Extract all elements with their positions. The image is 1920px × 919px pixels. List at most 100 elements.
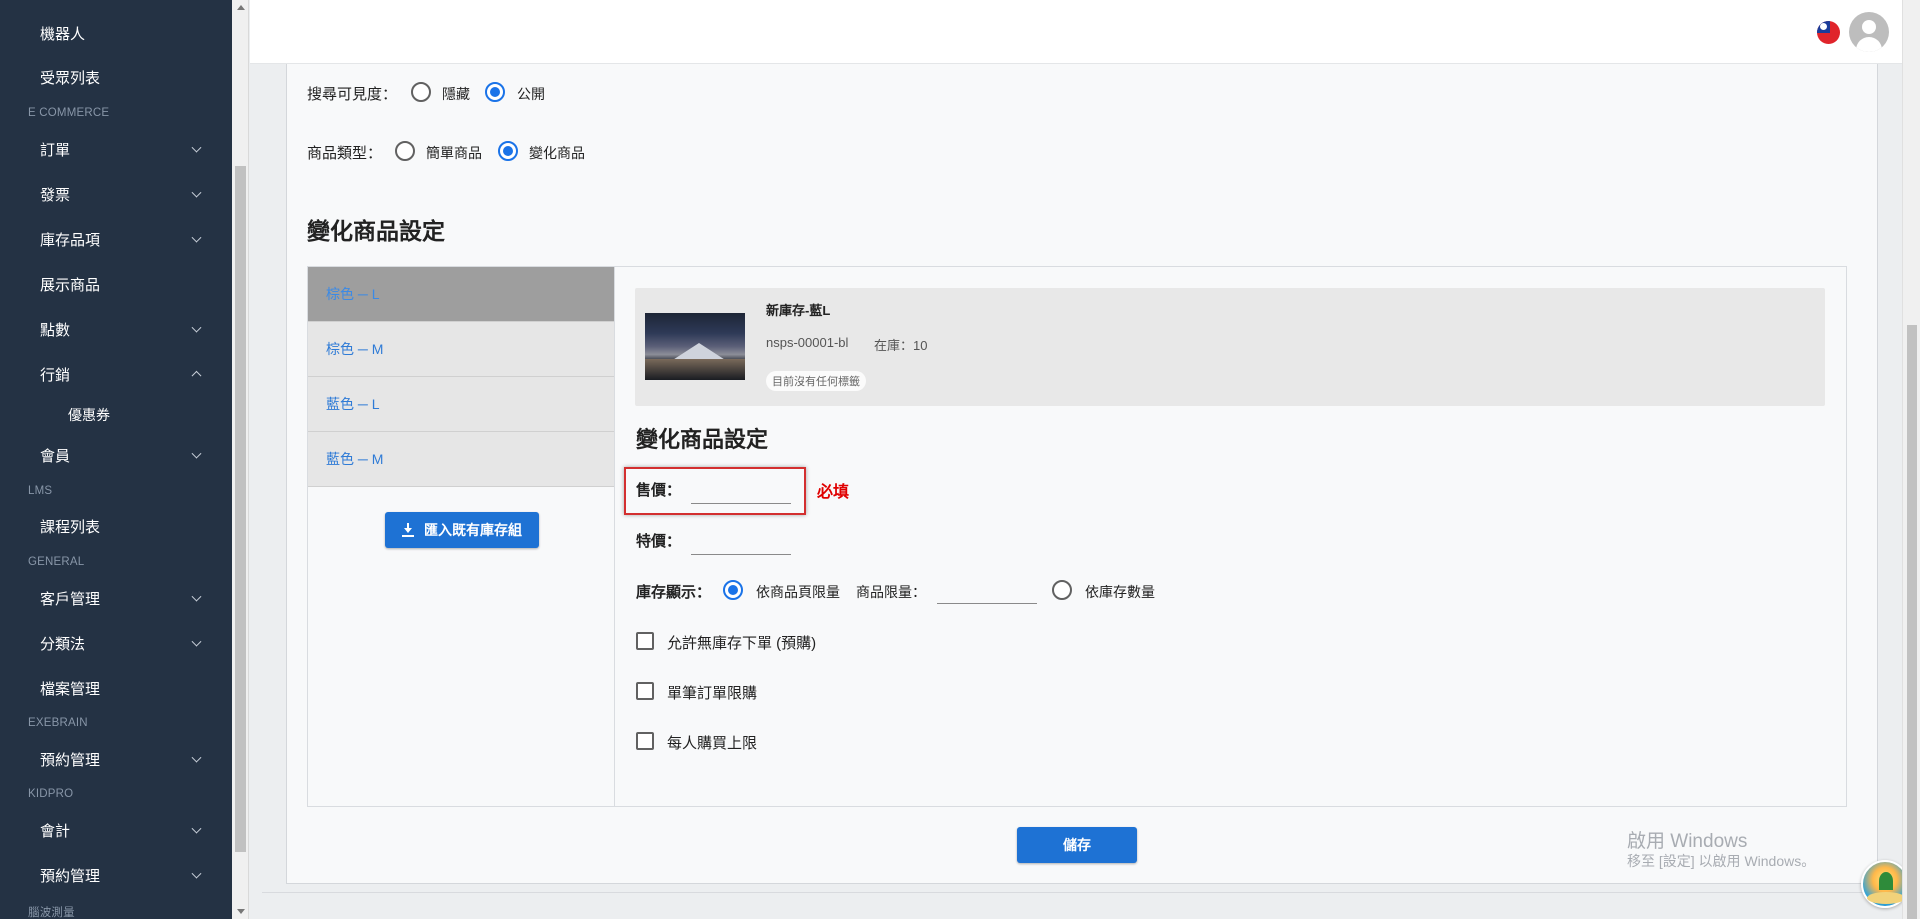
sidebar-section-lms: LMS (28, 485, 53, 497)
sidebar-item-label: 課程列表 (40, 518, 101, 536)
sidebar-item-taxonomy[interactable]: 分類法 (0, 621, 232, 665)
main-scrollbar[interactable] (1902, 0, 1920, 919)
sidebar-item-booking-management[interactable]: 預約管理 (0, 737, 232, 781)
sidebar-item-inventory[interactable]: 庫存品項 (0, 217, 232, 261)
sidebar-scrollbar-thumb[interactable] (235, 166, 246, 852)
sidebar-item-course-list[interactable]: 課程列表 (0, 504, 232, 548)
chevron-down-icon (191, 232, 202, 243)
chevron-up-icon (191, 370, 202, 381)
sidebar-item-label: 行銷 (40, 366, 71, 384)
save-button[interactable]: 儲存 (1017, 827, 1137, 863)
sidebar-item-label: 客戶管理 (40, 590, 101, 608)
windows-activation-title: 啟用 Windows (1627, 831, 1748, 852)
product-stock: 在庫：10 (874, 338, 928, 353)
variant-item[interactable]: 藍色 ─ L (308, 377, 614, 432)
visibility-public-radio[interactable] (485, 82, 505, 102)
sidebar-item-file-management[interactable]: 檔案管理 (0, 666, 232, 710)
special-price-label: 特價： (636, 533, 682, 550)
scroll-down-arrow-icon[interactable] (237, 909, 245, 914)
user-avatar-icon[interactable] (1849, 12, 1889, 52)
page-divider (262, 892, 1902, 893)
variant-item[interactable]: 藍色 ─ M (308, 432, 614, 487)
import-inventory-button[interactable]: 匯入既有庫存組 (385, 512, 539, 548)
sidebar-item-orders[interactable]: 訂單 (0, 127, 232, 171)
sidebar-item-points[interactable]: 點數 (0, 307, 232, 351)
chevron-down-icon (191, 448, 202, 459)
visibility-hidden-label: 隱藏 (442, 86, 470, 102)
single-order-limit-label: 單筆訂單限購 (667, 685, 758, 702)
sidebar-item-label: 機器人 (40, 25, 86, 43)
product-type-variable-radio[interactable] (498, 141, 518, 161)
product-type-variable-label: 變化商品 (529, 145, 585, 161)
single-order-limit-checkbox[interactable] (636, 682, 654, 700)
sidebar-item-label: 分類法 (40, 635, 86, 653)
stock-display-inventory-radio[interactable] (1052, 580, 1072, 600)
product-type-simple-radio[interactable] (395, 141, 415, 161)
per-person-limit-checkbox[interactable] (636, 732, 654, 750)
sidebar-item-label: 預約管理 (40, 751, 101, 769)
sidebar-item-label: 訂單 (40, 141, 71, 159)
limit-input[interactable] (937, 603, 1037, 604)
variant-panel: 棕色 ─ L 棕色 ─ M 藍色 ─ L 藍色 ─ M 匯入既有庫存組 新庫存-… (307, 266, 1847, 807)
import-inventory-button-label: 匯入既有庫存組 (424, 522, 522, 538)
variant-item[interactable]: 棕色 ─ M (308, 322, 614, 377)
sidebar-item-showcase-products[interactable]: 展示商品 (0, 262, 232, 306)
sidebar-item-label: 展示商品 (40, 276, 101, 294)
sidebar-item-accounting[interactable]: 會計 (0, 808, 232, 852)
allow-backorder-checkbox[interactable] (636, 632, 654, 650)
variant-list: 棕色 ─ L 棕色 ─ M 藍色 ─ L 藍色 ─ M 匯入既有庫存組 (308, 267, 615, 806)
product-name: 新庫存-藍L (766, 303, 831, 318)
sidebar-section-brainwave: 腦波測量 (28, 907, 75, 919)
visibility-hidden-radio[interactable] (411, 82, 431, 102)
product-type-label: 商品類型： (307, 145, 383, 162)
stock-display-inventory-label: 依庫存數量 (1085, 584, 1155, 600)
variant-settings-title: 變化商品設定 (636, 427, 769, 452)
product-type-simple-label: 簡單商品 (426, 145, 482, 161)
stock-display-page-limit-radio[interactable] (723, 580, 743, 600)
sidebar-section-kidpro: KIDPRO (28, 788, 74, 800)
chevron-down-icon (191, 868, 202, 879)
sidebar-item-invoices[interactable]: 發票 (0, 172, 232, 216)
sidebar-item-label: 預約管理 (40, 867, 101, 885)
sidebar-item-label: 受眾列表 (40, 69, 101, 87)
scroll-up-arrow-icon[interactable] (237, 5, 245, 10)
sidebar: 機器人 受眾列表 E COMMERCE 訂單 發票 庫存品項 展示商品 點數 行… (0, 0, 232, 919)
chevron-down-icon (191, 823, 202, 834)
variant-section-title: 變化商品設定 (307, 218, 445, 244)
chevron-down-icon (191, 591, 202, 602)
product-tag-badge: 目前沒有任何標籤 (766, 371, 866, 391)
main-scrollbar-thumb[interactable] (1907, 325, 1917, 919)
sidebar-scrollbar[interactable] (232, 0, 249, 919)
chevron-down-icon (191, 636, 202, 647)
sidebar-item-label: 庫存品項 (40, 231, 101, 249)
chevron-down-icon (191, 752, 202, 763)
sidebar-item-label: 會計 (40, 822, 71, 840)
product-sku: nsps-00001-bl (766, 335, 849, 350)
special-price-input[interactable] (691, 554, 791, 555)
sidebar-section-ecommerce: E COMMERCE (28, 107, 110, 119)
per-person-limit-label: 每人購買上限 (667, 735, 758, 752)
price-highlight-box (624, 467, 806, 515)
sidebar-item-members[interactable]: 會員 (0, 433, 232, 477)
sidebar-item-customer-management[interactable]: 客戶管理 (0, 576, 232, 620)
limit-label: 商品限量： (856, 584, 926, 600)
sidebar-section-general: GENERAL (28, 556, 85, 568)
sidebar-section-exebrain: EXEBRAIN (28, 717, 88, 729)
chevron-down-icon (191, 142, 202, 153)
sidebar-item-label: 檔案管理 (40, 680, 101, 698)
sidebar-item-marketing[interactable]: 行銷 (0, 352, 232, 396)
chevron-down-icon (191, 322, 202, 333)
sidebar-item-robot[interactable]: 機器人 (0, 11, 232, 55)
stock-display-page-limit-label: 依商品頁限量 (756, 584, 840, 600)
required-note: 必填 (817, 482, 850, 501)
visibility-label: 搜尋可見度： (307, 86, 398, 103)
taiwan-flag-icon[interactable] (1817, 21, 1840, 44)
sidebar-item-audience-list[interactable]: 受眾列表 (0, 55, 232, 99)
variant-item[interactable]: 棕色 ─ L (308, 267, 614, 322)
download-icon (402, 523, 414, 537)
sidebar-item-label: 優惠券 (68, 407, 110, 423)
chevron-down-icon (191, 187, 202, 198)
sidebar-item-booking-management-2[interactable]: 預約管理 (0, 853, 232, 897)
allow-backorder-label: 允許無庫存下單 (預購) (667, 635, 817, 652)
sidebar-item-coupons[interactable]: 優惠券 (0, 393, 232, 437)
